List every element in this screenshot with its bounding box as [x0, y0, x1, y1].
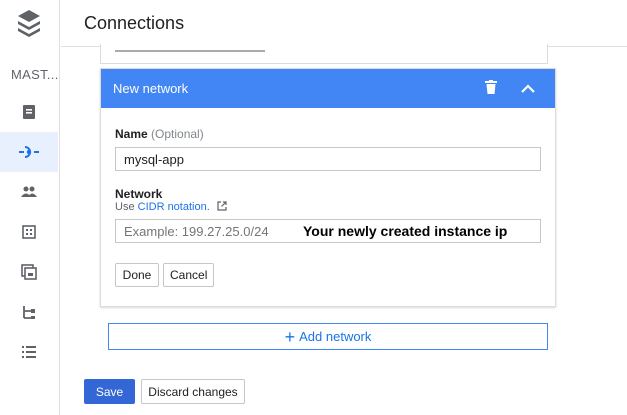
- new-network-card-header[interactable]: New network: [101, 69, 555, 108]
- network-label: Network: [115, 187, 162, 201]
- new-network-card: New network Name (Optional) Network Use …: [100, 68, 556, 307]
- card-header-label: New network: [113, 81, 189, 96]
- instance-ip-annotation: Your newly created instance ip: [303, 223, 508, 239]
- save-button[interactable]: Save: [84, 379, 135, 404]
- backups-icon: [21, 264, 37, 280]
- sidebar-item-overview[interactable]: [0, 92, 58, 132]
- cancel-button[interactable]: Cancel: [163, 263, 214, 287]
- collapse-chevron-icon[interactable]: [521, 81, 535, 99]
- sql-logo-icon[interactable]: [16, 8, 42, 40]
- network-name-input[interactable]: [115, 147, 541, 171]
- project-label: MAST...: [11, 67, 59, 82]
- sidebar-item-replicas[interactable]: [0, 292, 58, 332]
- sidebar-item-backups[interactable]: [0, 252, 58, 292]
- databases-icon: [22, 225, 36, 239]
- operations-icon: [22, 346, 36, 358]
- add-network-button[interactable]: + Add network: [108, 323, 548, 350]
- left-nav-rail: MAST...: [0, 0, 60, 415]
- connections-icon: [19, 145, 39, 159]
- cidr-hint-prefix: Use: [115, 201, 135, 213]
- instance-icon: [22, 105, 36, 119]
- users-icon: [21, 186, 37, 198]
- plus-icon: +: [284, 326, 296, 347]
- replicas-icon: [22, 305, 36, 319]
- sidebar-item-operations[interactable]: [0, 332, 58, 372]
- delete-icon[interactable]: [485, 80, 497, 99]
- name-label-text: Name: [115, 127, 148, 141]
- cidr-hint: Use CIDR notation.: [115, 201, 227, 214]
- existing-network-summary: [115, 44, 265, 52]
- done-button[interactable]: Done: [115, 263, 159, 287]
- page-title: Connections: [84, 13, 185, 33]
- name-label: Name (Optional): [115, 127, 204, 141]
- existing-network-card: [100, 44, 548, 64]
- discard-changes-button[interactable]: Discard changes: [141, 379, 245, 404]
- page-header: Connections: [61, 0, 627, 47]
- sidebar-item-databases[interactable]: [0, 212, 58, 252]
- sidebar-item-users[interactable]: [0, 172, 58, 212]
- add-network-label: Add network: [299, 329, 372, 344]
- name-optional-hint: (Optional): [151, 127, 204, 141]
- cidr-notation-link[interactable]: CIDR notation.: [138, 201, 210, 213]
- external-link-icon[interactable]: [217, 201, 227, 214]
- sidebar-item-connections[interactable]: [0, 132, 58, 172]
- network-label-text: Network: [115, 187, 163, 201]
